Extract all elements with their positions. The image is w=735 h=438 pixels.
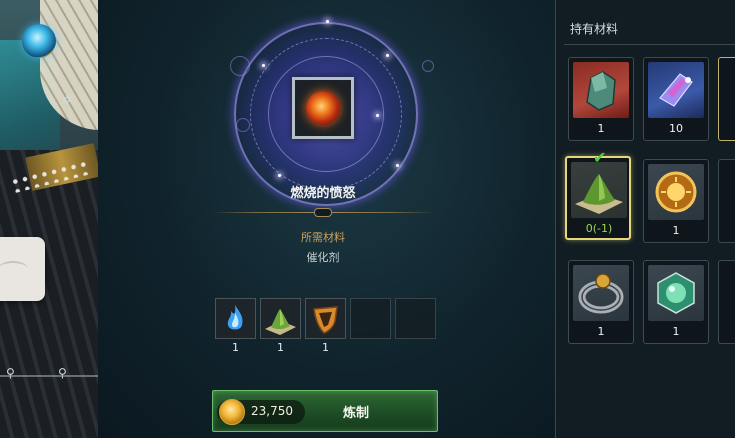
crystal-gem-icon — [648, 62, 704, 118]
rune-orb — [422, 60, 434, 72]
material-slot[interactable]: 1 — [260, 298, 301, 354]
required-catalyst-label: 催化剂 — [306, 251, 340, 264]
chat-bubble-button[interactable] — [0, 237, 45, 301]
craft-button[interactable]: 23,750 炼制 — [212, 390, 438, 432]
material-qty: 1 — [277, 341, 284, 354]
silver-ring-icon — [573, 265, 629, 321]
gear-icon: ✲ — [62, 93, 73, 107]
inventory-item-partial[interactable] — [718, 260, 735, 344]
inventory-item-partial[interactable] — [718, 57, 735, 141]
cost-display: 23,750 — [217, 399, 305, 425]
slider-track[interactable] — [0, 375, 98, 377]
inventory-item[interactable]: 1 — [568, 57, 634, 141]
jade-shard-icon — [573, 62, 629, 118]
item-qty: 1 — [597, 122, 605, 135]
craft-cost: 23,750 — [251, 404, 293, 418]
fire-orb-icon — [306, 91, 340, 125]
required-materials-row: 1 1 1 — [215, 298, 436, 354]
gold-coin-icon — [219, 399, 245, 425]
item-qty: 1 — [672, 325, 680, 338]
green-orb-icon — [648, 265, 704, 321]
required-materials-title: 所需材料 — [301, 231, 345, 244]
item-qty: 1 — [672, 224, 680, 237]
orange-shield-icon — [305, 298, 346, 339]
inventory-item[interactable]: 10 — [643, 57, 709, 141]
material-qty: 1 — [232, 341, 239, 354]
zoom-icon[interactable]: ⚲ — [6, 366, 15, 380]
rune-orb — [236, 118, 250, 132]
blue-flame-icon — [215, 298, 256, 339]
inventory-item-partial[interactable] — [718, 159, 735, 243]
sun-medallion-icon — [648, 164, 704, 220]
item-qty: 0(-1) — [585, 222, 613, 235]
item-qty: 10 — [669, 122, 683, 135]
rotate-icon[interactable]: ⚲ — [58, 366, 67, 380]
green-pile-icon — [571, 162, 627, 218]
result-item-name: 燃烧的愤怒 — [290, 186, 356, 201]
material-qty: 1 — [322, 341, 329, 354]
inventory-item[interactable]: 1 — [568, 260, 634, 344]
material-slot-empty[interactable] — [395, 298, 436, 354]
inventory-item-selected[interactable]: ✔ 0(-1) — [565, 148, 631, 240]
inventory-item[interactable]: 1 — [643, 260, 709, 344]
ornament-gem-icon — [314, 208, 332, 217]
material-slot[interactable]: 1 — [305, 298, 346, 354]
craft-button-label: 炼制 — [343, 406, 370, 421]
inventory-panel: 持有材料 1 10 ✔ 0(-1) 1 1 1 — [555, 0, 735, 438]
character-portrait: ✲ ⚲ ⚲ — [0, 0, 98, 438]
material-slot-empty[interactable] — [350, 298, 391, 354]
headpiece-gem-icon — [22, 24, 56, 58]
green-pile-icon — [260, 298, 301, 339]
inventory-title: 持有材料 — [570, 22, 619, 36]
craft-result-slot[interactable] — [292, 77, 354, 139]
inventory-item[interactable]: 1 — [643, 159, 709, 243]
rune-orb — [230, 56, 250, 76]
material-slot[interactable]: 1 — [215, 298, 256, 354]
inventory-divider — [564, 44, 735, 45]
crafting-panel: 燃烧的愤怒 所需材料 催化剂 1 1 1 23,750 炼制 — [98, 0, 555, 438]
item-qty: 1 — [597, 325, 605, 338]
